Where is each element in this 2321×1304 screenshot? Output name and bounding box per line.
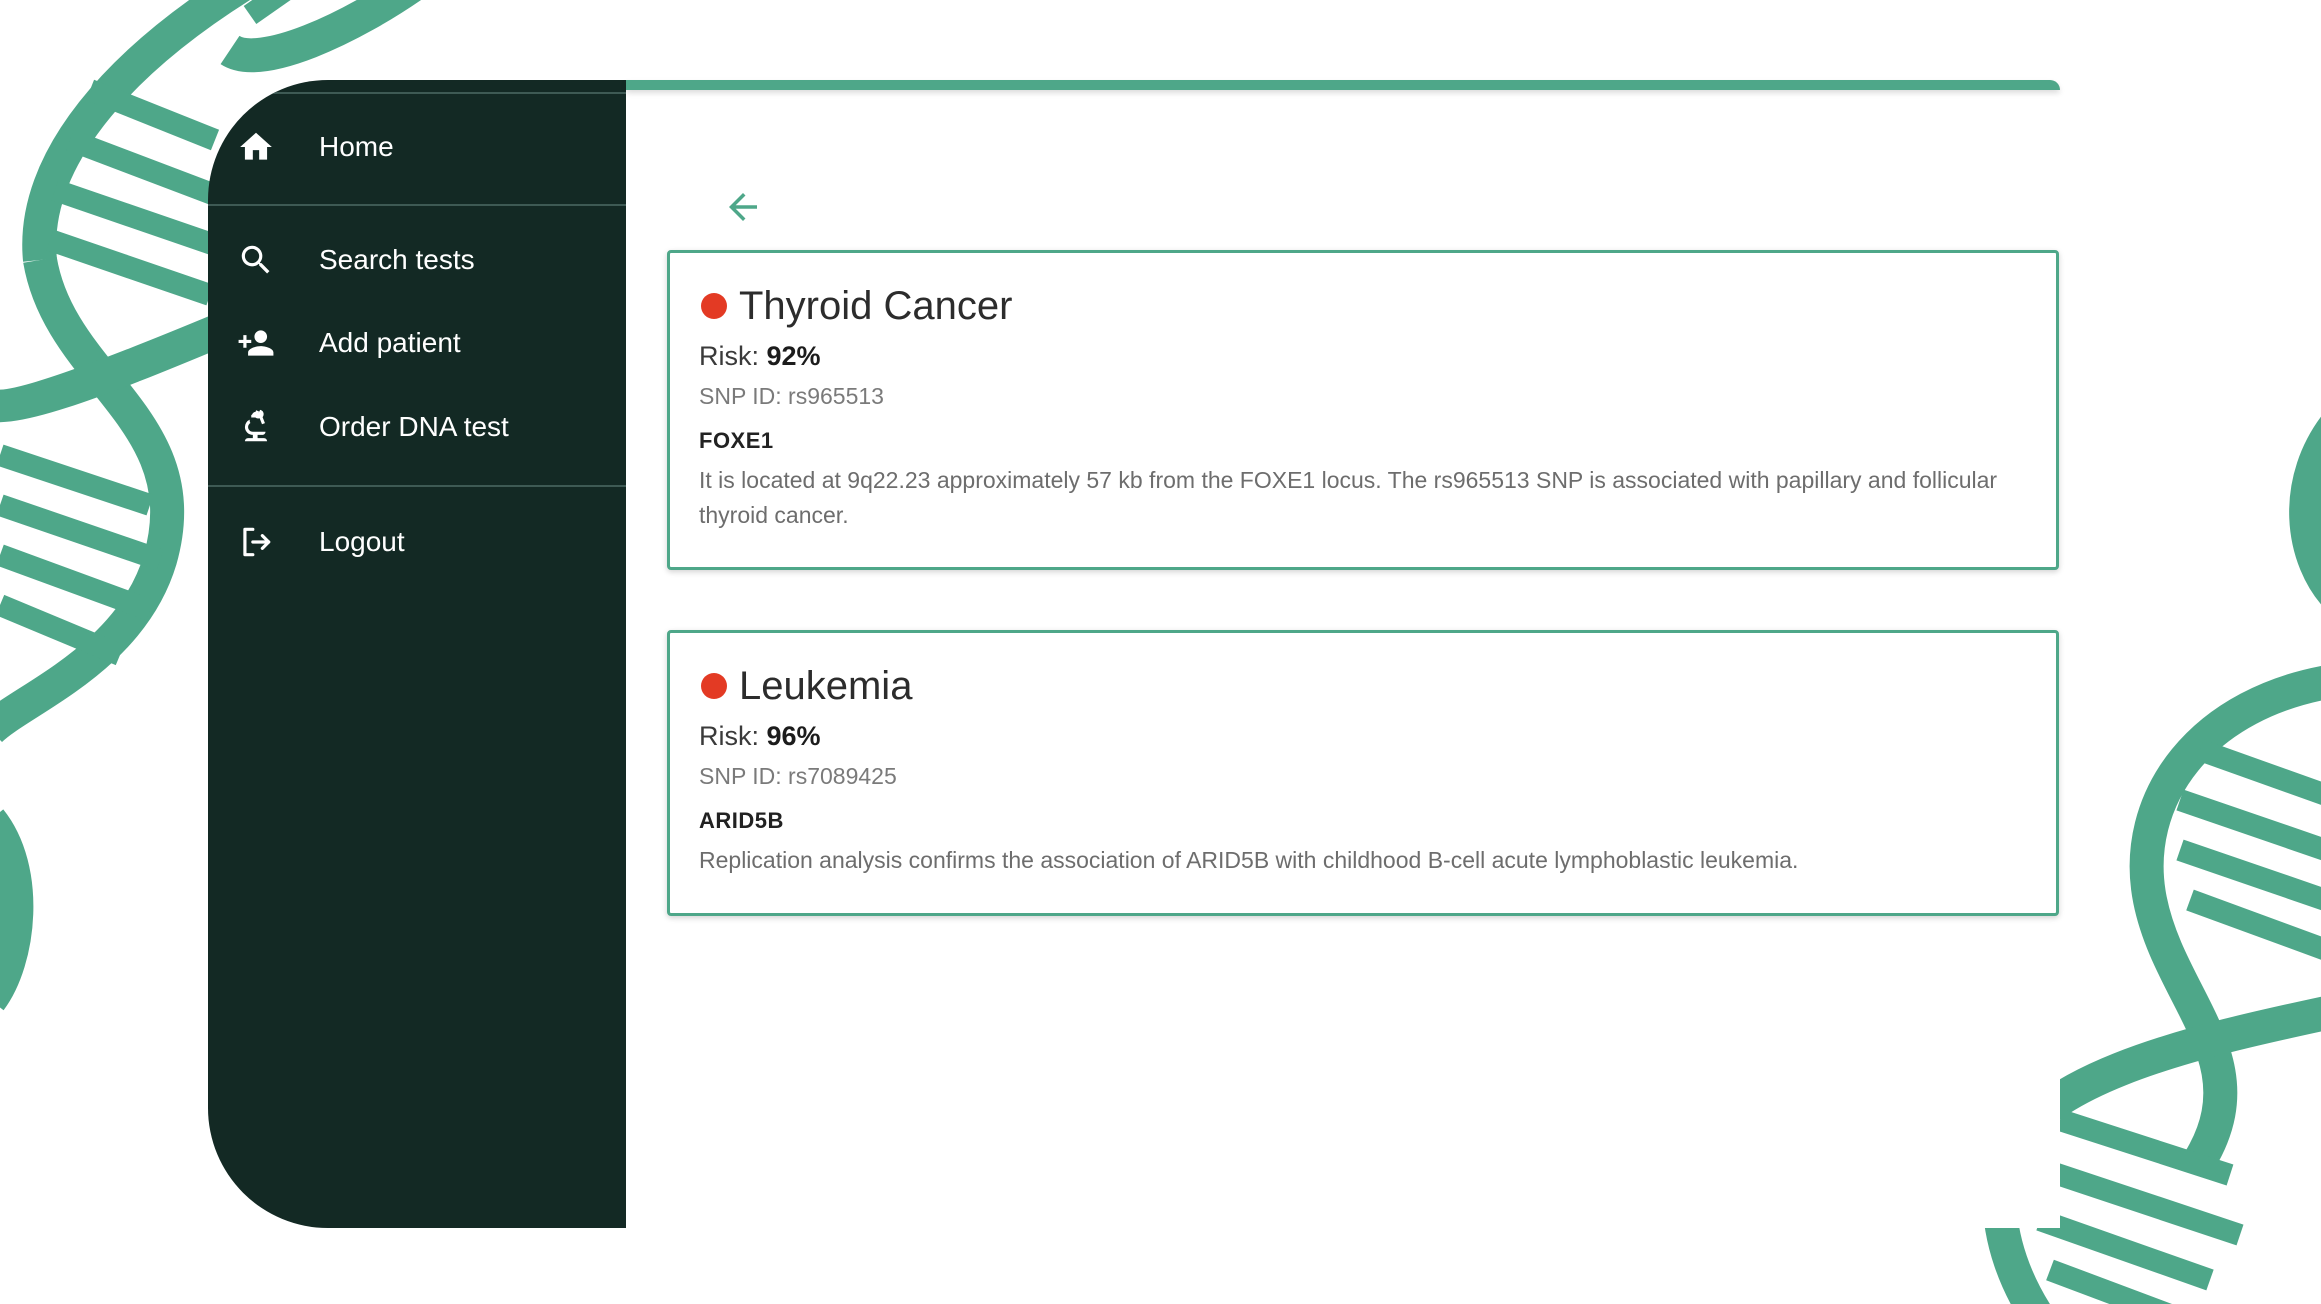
sidebar-item-add-patient[interactable]: Add patient [208,308,626,378]
risk-indicator-dot [701,673,727,699]
gene-name: FOXE1 [699,428,774,453]
sidebar-item-logout[interactable]: Logout [208,507,626,577]
sidebar-item-label: Home [319,131,394,162]
card-title-row: Thyroid Cancer [701,286,1012,326]
arrow-left-icon [729,193,757,221]
risk-result-card: Thyroid Cancer Risk: 92% SNP ID: rs96551… [667,250,2059,570]
sidebar-divider [208,485,626,487]
gene-description: Replication analysis confirms the associ… [699,847,1799,873]
app-window: Home Search tests Add patient Order DNA … [208,80,2060,1228]
risk-value: 96% [766,721,821,751]
disease-name: Leukemia [739,664,913,708]
risk-line: Risk: 92% [699,341,821,372]
search-icon [236,240,276,280]
gene-name: ARID5B [699,808,784,833]
logout-icon [236,522,276,562]
sidebar-item-label: Search tests [319,244,475,275]
risk-indicator-dot [701,293,727,319]
snp-id: SNP ID: rs965513 [699,383,884,409]
snp-id: SNP ID: rs7089425 [699,763,897,789]
sidebar-divider [208,92,626,94]
risk-value: 92% [766,341,821,371]
sidebar-item-order-dna-test[interactable]: Order DNA test [208,392,626,462]
sidebar-item-search-tests[interactable]: Search tests [208,225,626,295]
sidebar-item-label: Add patient [319,327,461,358]
risk-label: Risk: [699,341,759,371]
sidebar: Home Search tests Add patient Order DNA … [208,80,626,1228]
sidebar-item-home[interactable]: Home [208,112,626,182]
gene-description: It is located at 9q22.23 approximately 5… [699,467,1998,528]
risk-result-card: Leukemia Risk: 96% SNP ID: rs7089425 ARI… [667,630,2059,916]
top-accent-bar [626,80,2060,90]
sidebar-divider [208,204,626,206]
sidebar-item-label: Logout [319,526,405,557]
microscope-icon [236,407,276,447]
add-person-icon [236,323,276,363]
sidebar-item-label: Order DNA test [319,411,509,442]
back-button[interactable] [713,177,773,237]
card-title-row: Leukemia [701,666,912,706]
risk-line: Risk: 96% [699,721,821,752]
disease-name: Thyroid Cancer [739,284,1013,328]
risk-label: Risk: [699,721,759,751]
home-icon [236,127,276,167]
